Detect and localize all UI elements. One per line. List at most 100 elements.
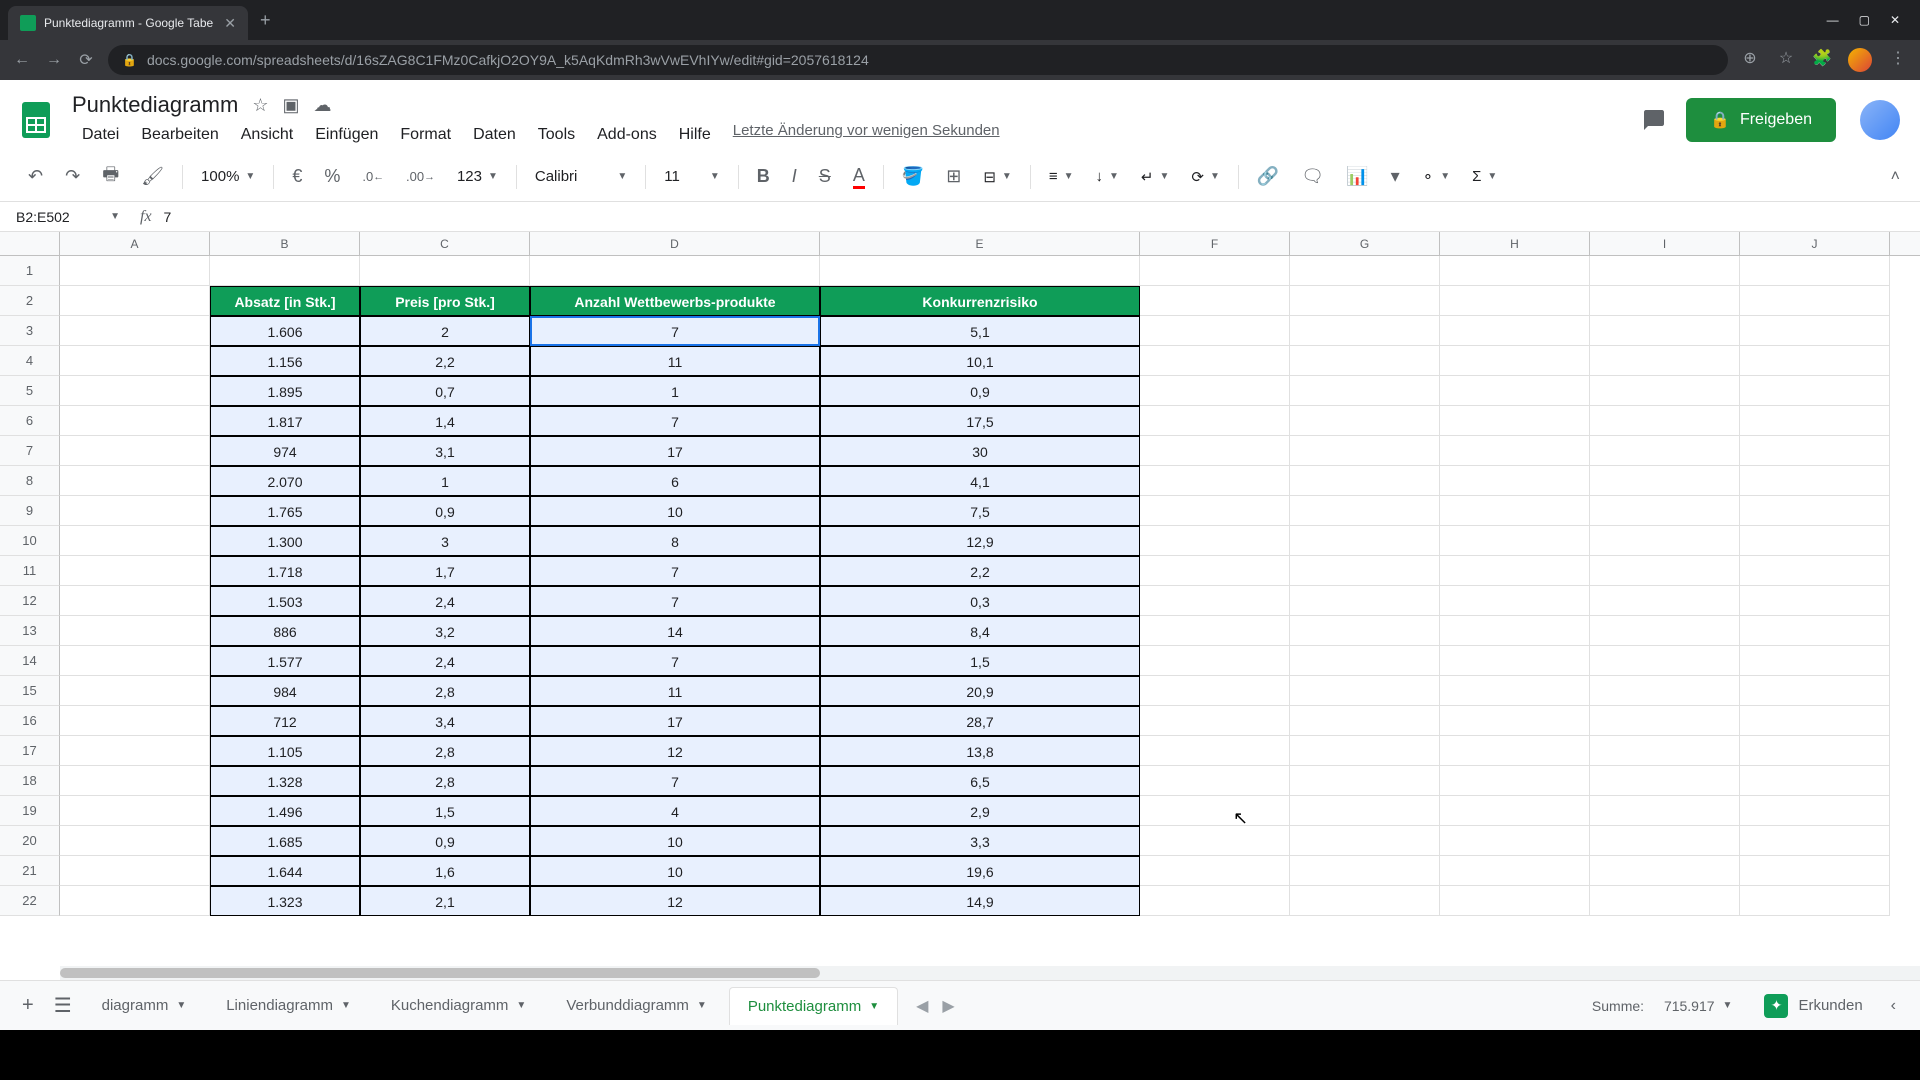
cell[interactable] <box>1290 496 1440 526</box>
cell[interactable] <box>1590 706 1740 736</box>
cell[interactable]: 2,9 <box>820 796 1140 826</box>
rotate-select[interactable]: ⟳▼ <box>1183 168 1227 186</box>
column-header[interactable]: E <box>820 232 1140 255</box>
cell[interactable]: 1.300 <box>210 526 360 556</box>
cell[interactable] <box>1290 826 1440 856</box>
cell[interactable] <box>60 586 210 616</box>
sheet-tab-dropdown-icon[interactable]: ▼ <box>516 1000 526 1011</box>
sheet-tab[interactable]: diagramm▼ <box>84 987 205 1025</box>
number-format-select[interactable]: 123▼ <box>449 168 506 185</box>
back-icon[interactable]: ← <box>12 51 32 69</box>
cell[interactable]: 1 <box>360 466 530 496</box>
paint-format-icon[interactable]: 🖌 <box>133 160 172 193</box>
cell[interactable] <box>1740 286 1890 316</box>
cell[interactable]: 2,8 <box>360 676 530 706</box>
cell[interactable]: 6 <box>530 466 820 496</box>
cell[interactable]: 3,1 <box>360 436 530 466</box>
cell[interactable]: 1,7 <box>360 556 530 586</box>
cell[interactable]: 8 <box>530 526 820 556</box>
cell[interactable] <box>1140 826 1290 856</box>
cell[interactable]: 8,4 <box>820 616 1140 646</box>
cell[interactable] <box>1590 766 1740 796</box>
column-header[interactable]: C <box>360 232 530 255</box>
cell[interactable] <box>1290 526 1440 556</box>
cell[interactable]: 2,4 <box>360 646 530 676</box>
cell[interactable] <box>60 856 210 886</box>
cell[interactable]: 3 <box>360 526 530 556</box>
cell[interactable] <box>1590 796 1740 826</box>
cell[interactable]: 1.718 <box>210 556 360 586</box>
cell[interactable] <box>1140 526 1290 556</box>
horizontal-scrollbar[interactable] <box>60 966 1920 980</box>
new-tab-button[interactable]: + <box>260 10 271 31</box>
menu-tools[interactable]: Tools <box>528 122 585 148</box>
last-edit-link[interactable]: Letzte Änderung vor wenigen Sekunden <box>733 122 1000 148</box>
cell[interactable]: 30 <box>820 436 1140 466</box>
cell[interactable] <box>1290 286 1440 316</box>
cell[interactable] <box>60 346 210 376</box>
cell[interactable] <box>1140 556 1290 586</box>
cell[interactable] <box>1290 796 1440 826</box>
wrap-select[interactable]: ↵▼ <box>1133 168 1177 186</box>
cell[interactable] <box>1740 886 1890 916</box>
cell[interactable] <box>1440 646 1590 676</box>
cell[interactable]: 4,1 <box>820 466 1140 496</box>
print-icon[interactable]: 🖶 <box>94 156 127 198</box>
cell[interactable]: 28,7 <box>820 706 1140 736</box>
cell[interactable] <box>1740 646 1890 676</box>
cell[interactable]: Absatz [in Stk.] <box>210 286 360 316</box>
cell[interactable] <box>1740 496 1890 526</box>
cell[interactable] <box>1590 736 1740 766</box>
cell[interactable]: 2,1 <box>360 886 530 916</box>
cell[interactable] <box>1740 376 1890 406</box>
cell[interactable]: Preis [pro Stk.] <box>360 286 530 316</box>
functions-select[interactable]: Σ▼ <box>1464 168 1505 185</box>
cell[interactable] <box>1590 256 1740 286</box>
explore-button[interactable]: ✦ Erkunden <box>1750 994 1876 1018</box>
cell[interactable]: 1,4 <box>360 406 530 436</box>
cell[interactable]: 1.685 <box>210 826 360 856</box>
minimize-icon[interactable]: — <box>1827 13 1839 27</box>
menu-ansicht[interactable]: Ansicht <box>231 122 303 148</box>
cell[interactable]: 1.895 <box>210 376 360 406</box>
cell[interactable] <box>1440 586 1590 616</box>
cell[interactable] <box>1440 796 1590 826</box>
cell[interactable]: 1,6 <box>360 856 530 886</box>
filter-views-select[interactable]: ⚬▼ <box>1414 168 1458 186</box>
cell[interactable] <box>1440 316 1590 346</box>
column-header[interactable]: J <box>1740 232 1890 255</box>
star-icon[interactable]: ☆ <box>252 95 268 116</box>
column-header[interactable]: H <box>1440 232 1590 255</box>
cell[interactable]: 1.323 <box>210 886 360 916</box>
cell[interactable] <box>1290 556 1440 586</box>
cell[interactable] <box>1590 346 1740 376</box>
cell[interactable] <box>60 376 210 406</box>
cell[interactable]: 886 <box>210 616 360 646</box>
cell[interactable]: 0,9 <box>820 376 1140 406</box>
cell[interactable] <box>1440 676 1590 706</box>
cell[interactable] <box>1440 496 1590 526</box>
cell[interactable]: 3,4 <box>360 706 530 736</box>
cell[interactable] <box>1140 256 1290 286</box>
cell[interactable]: 11 <box>530 676 820 706</box>
cell[interactable] <box>1740 526 1890 556</box>
strikethrough-icon[interactable]: S <box>811 160 839 193</box>
cell[interactable] <box>1290 346 1440 376</box>
move-icon[interactable]: ▣ <box>282 95 299 116</box>
column-header[interactable]: A <box>60 232 210 255</box>
cell[interactable] <box>1440 286 1590 316</box>
cell[interactable] <box>1140 886 1290 916</box>
cell[interactable] <box>1590 286 1740 316</box>
cell[interactable] <box>60 676 210 706</box>
cell[interactable] <box>1290 256 1440 286</box>
side-panel-toggle-icon[interactable]: ‹ <box>1881 997 1906 1015</box>
cell[interactable] <box>1590 616 1740 646</box>
text-color-icon[interactable]: A <box>845 159 873 195</box>
row-header[interactable]: 9 <box>0 496 60 526</box>
menu-format[interactable]: Format <box>390 122 461 148</box>
cell[interactable] <box>1290 616 1440 646</box>
cell[interactable]: 2 <box>360 316 530 346</box>
tab-nav-prev-icon[interactable]: ◀ <box>916 996 928 1016</box>
cell[interactable]: 2,4 <box>360 586 530 616</box>
cell[interactable] <box>60 886 210 916</box>
